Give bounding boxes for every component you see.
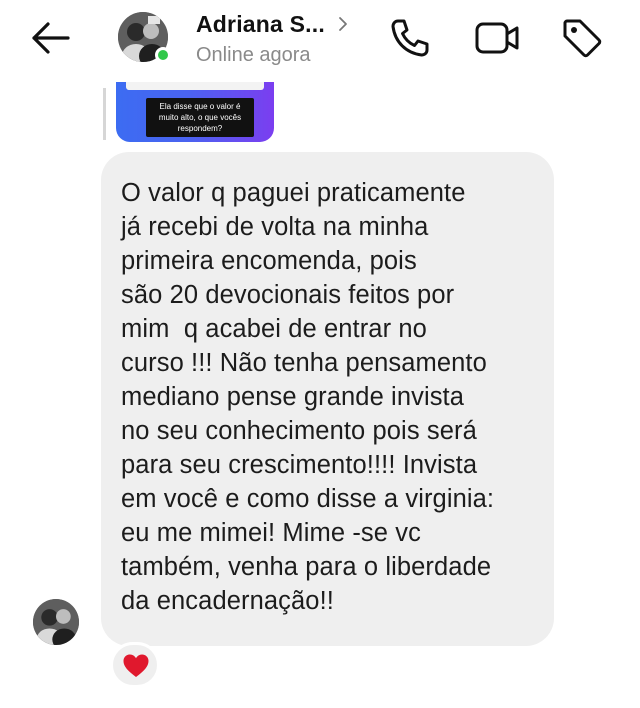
message-reaction[interactable] xyxy=(110,642,160,688)
contact-avatar[interactable] xyxy=(118,12,171,64)
arrow-left-icon xyxy=(32,22,70,54)
message-text: O valor q paguei praticamente já recebi … xyxy=(121,179,495,615)
online-indicator xyxy=(155,47,171,63)
reply-indicator-bar xyxy=(103,88,106,140)
tag-icon xyxy=(563,19,602,58)
thumbnail-top-strip xyxy=(126,82,264,90)
tag-button[interactable] xyxy=(560,16,604,60)
back-button[interactable] xyxy=(26,18,74,58)
chat-header: Adriana S... Online agora xyxy=(0,0,640,82)
phone-icon xyxy=(391,19,429,57)
thumbnail-caption: Ela disse que o valor é muito alto, o qu… xyxy=(146,98,254,137)
video-call-button[interactable] xyxy=(474,16,519,60)
sender-avatar[interactable] xyxy=(33,599,79,645)
replied-story-thumbnail[interactable]: Ela disse que o valor é muito alto, o qu… xyxy=(116,82,274,142)
contact-status: Online agora xyxy=(196,44,311,66)
heart-icon xyxy=(123,654,149,677)
video-camera-icon xyxy=(475,22,519,54)
message-bubble[interactable]: O valor q paguei praticamente já recebi … xyxy=(101,152,554,646)
contact-name[interactable]: Adriana S... xyxy=(196,11,325,38)
chat-screen: Adriana S... Online agora Ela disse que … xyxy=(0,0,640,708)
voice-call-button[interactable] xyxy=(388,16,432,60)
chevron-right-icon[interactable] xyxy=(336,16,350,32)
